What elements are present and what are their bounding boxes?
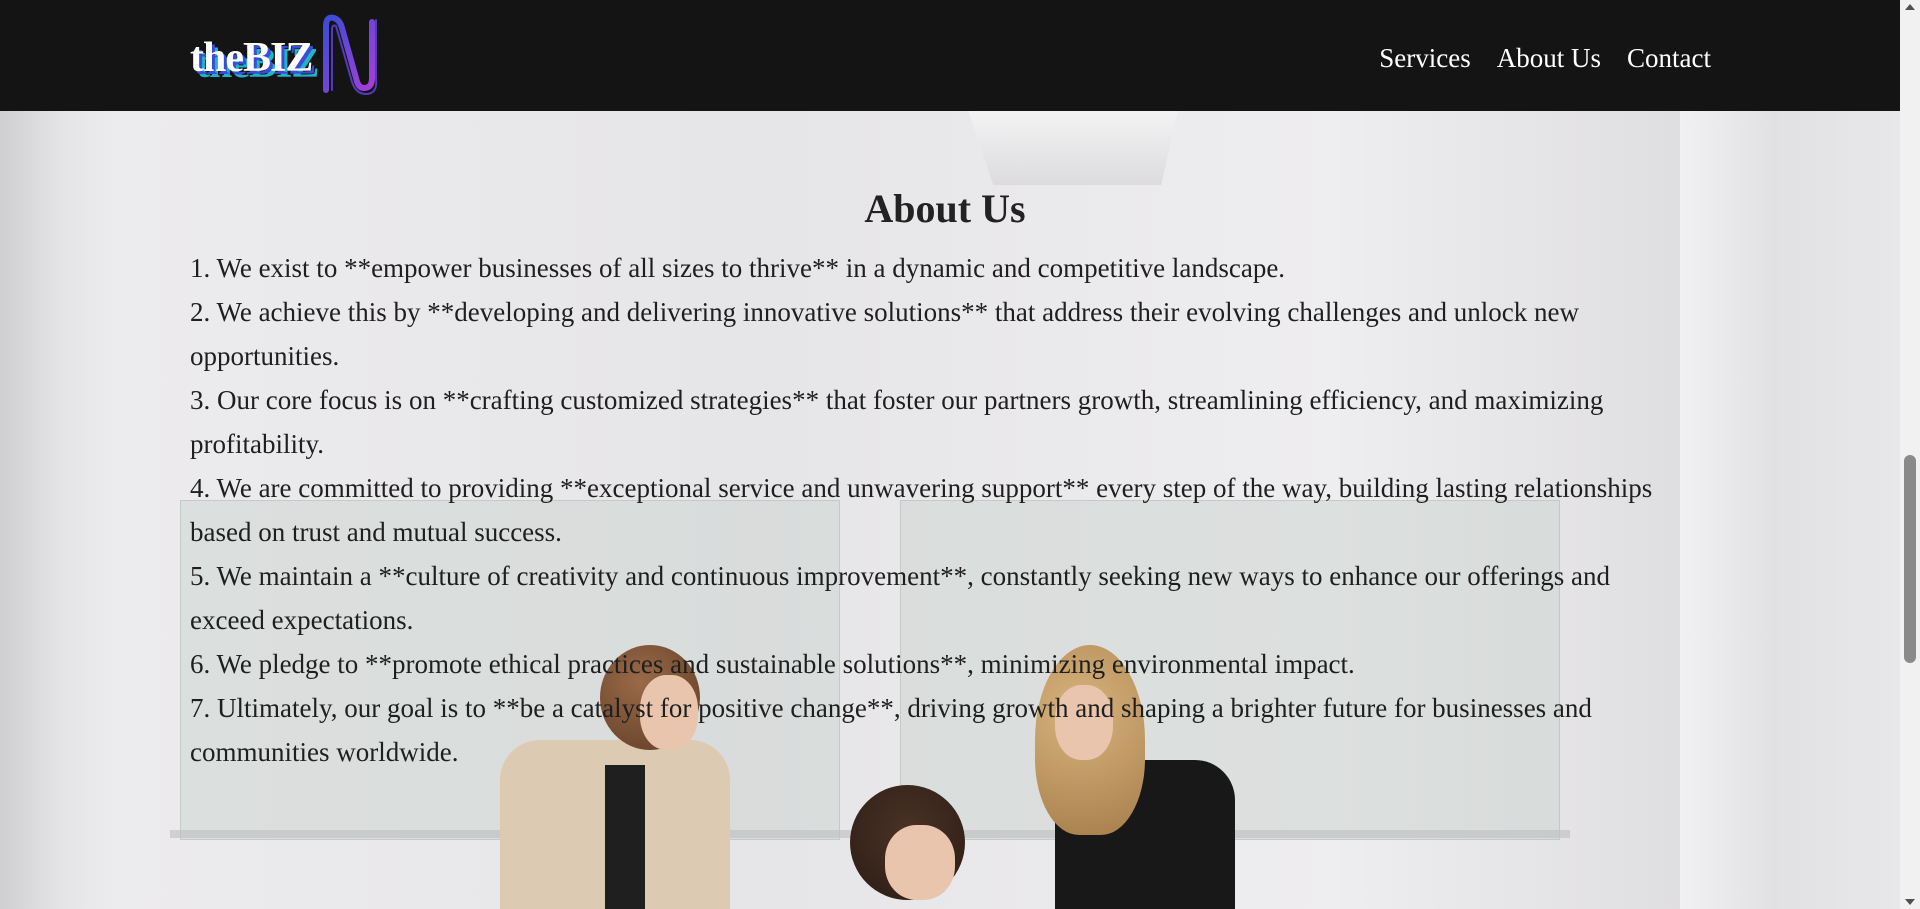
site-header: theBIZ Services About Us Contact (0, 0, 1900, 111)
about-point: 4. We are committed to providing **excep… (190, 473, 1653, 547)
scroll-down-arrow-icon[interactable] (1905, 899, 1915, 905)
nav-link-services[interactable]: Services (1379, 43, 1470, 74)
nav-link-contact[interactable]: Contact (1627, 43, 1711, 74)
page-scrollbar[interactable] (1900, 0, 1920, 909)
logo-n-mark-icon (323, 14, 378, 96)
person-middle (840, 785, 1020, 909)
brand-logo[interactable]: theBIZ (190, 12, 380, 97)
logo-text: theBIZ (190, 35, 313, 81)
main-nav: Services About Us Contact (1379, 43, 1711, 74)
background-wall (0, 110, 60, 909)
nav-link-about-us[interactable]: About Us (1497, 43, 1601, 74)
about-point: 3. Our core focus is on **crafting custo… (190, 385, 1604, 459)
about-point: 5. We maintain a **culture of creativity… (190, 561, 1610, 635)
about-point: 2. We achieve this by **developing and d… (190, 297, 1579, 371)
scroll-up-arrow-icon[interactable] (1905, 4, 1915, 10)
background-pillar (1680, 110, 1770, 909)
about-point: 6. We pledge to **promote ethical practi… (190, 649, 1355, 679)
about-heading: About Us (864, 186, 1026, 231)
background-ceiling-vent (968, 110, 1178, 185)
about-points-list: 1. We exist to **empower businesses of a… (190, 246, 1690, 774)
about-point: 1. We exist to **empower businesses of a… (190, 253, 1286, 283)
about-section: About Us 1. We exist to **empower busine… (190, 185, 1690, 774)
about-point: 7. Ultimately, our goal is to **be a cat… (190, 693, 1592, 767)
scrollbar-thumb[interactable] (1904, 455, 1916, 663)
